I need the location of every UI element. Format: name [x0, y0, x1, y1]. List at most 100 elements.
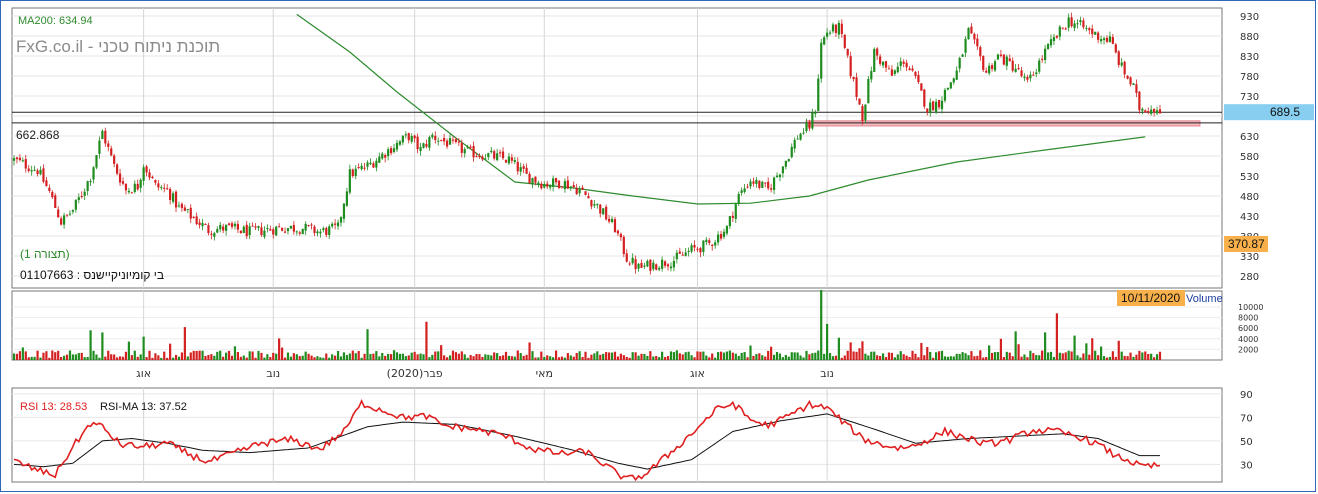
- volume-bar: [163, 351, 166, 360]
- volume-bar: [560, 356, 564, 360]
- rsi-tick-label: 70: [1240, 413, 1253, 424]
- candle-body: [1153, 108, 1156, 113]
- candle-body: [431, 134, 434, 138]
- volume-bar: [702, 351, 705, 360]
- candle-body: [1008, 58, 1011, 62]
- price-tick-label: 880: [1240, 32, 1259, 43]
- volume-bar: [307, 353, 310, 360]
- candle-body: [360, 165, 363, 170]
- candle: [920, 83, 923, 91]
- volume-bar: [434, 351, 437, 360]
- candle-body: [693, 244, 696, 248]
- volume-bar: [781, 357, 785, 360]
- volume-bar: [118, 356, 122, 360]
- volume-bar: [563, 357, 567, 360]
- volume-bar: [65, 354, 69, 360]
- candle-body: [519, 167, 522, 172]
- volume-y-axis: 20004000 60008000 10000: [1238, 303, 1263, 354]
- volume-bar: [554, 350, 558, 360]
- volume-bar: [180, 352, 184, 360]
- candle-body: [366, 162, 369, 167]
- volume-bar: [914, 353, 917, 360]
- candle: [943, 87, 947, 103]
- candle-body: [457, 141, 460, 143]
- candle-body: [643, 265, 646, 267]
- volume-bar: [272, 352, 275, 360]
- volume-bar: [454, 352, 458, 360]
- price-tick-label: 330: [1240, 252, 1259, 263]
- volume-bar: [787, 356, 790, 360]
- volume-bar: [1038, 355, 1041, 360]
- volume-bar: [428, 357, 431, 360]
- price-tick-label: 730: [1240, 92, 1259, 103]
- candle-body: [549, 185, 552, 188]
- candle-body: [189, 207, 192, 219]
- volume-bar: [584, 351, 587, 360]
- volume-bar: [384, 355, 387, 360]
- volume-bar: [943, 356, 947, 360]
- candle-body: [280, 227, 284, 231]
- volume-bar: [1073, 335, 1076, 360]
- volume-bar: [466, 357, 469, 360]
- volume-bar: [460, 351, 463, 360]
- candle-body: [873, 48, 876, 72]
- candle-body: [445, 140, 449, 147]
- candle-body: [988, 65, 991, 74]
- volume-bar: [569, 355, 572, 360]
- rsi-tick-label: 90: [1240, 390, 1253, 401]
- candle-body: [820, 42, 823, 79]
- candle-body: [560, 186, 564, 188]
- candle-body: [993, 61, 997, 71]
- volume-bar: [1097, 355, 1100, 360]
- candle-body: [463, 149, 466, 154]
- candle-body: [298, 232, 301, 234]
- volume-bar: [982, 357, 985, 360]
- candle-body: [935, 101, 938, 113]
- volume-bar: [1026, 357, 1029, 360]
- candle-body: [690, 245, 693, 252]
- volume-bar: [107, 350, 110, 360]
- candle-body: [186, 209, 189, 211]
- candle-body: [372, 163, 375, 168]
- candle-body: [210, 233, 213, 235]
- volume-bar: [1058, 352, 1061, 360]
- volume-bar: [887, 352, 891, 360]
- candle-body: [861, 106, 864, 122]
- candle: [622, 235, 625, 258]
- candle-body: [1141, 108, 1144, 111]
- candle-body: [705, 239, 708, 243]
- volume-bar: [1102, 356, 1106, 360]
- candle-body: [487, 153, 490, 158]
- volume-bar: [295, 354, 298, 360]
- volume-bar: [219, 350, 222, 360]
- candle-body: [95, 155, 98, 168]
- candle-body: [42, 168, 45, 182]
- chart-canvas[interactable]: 2803303804304805305806306807307808308809…: [0, 0, 1318, 494]
- volume-bar: [360, 357, 363, 360]
- candle-body: [1035, 72, 1038, 75]
- volume-bar: [958, 353, 961, 360]
- candle-body: [858, 98, 861, 105]
- volume-bar: [292, 353, 295, 360]
- volume-bar: [622, 355, 625, 360]
- volume-bar: [207, 355, 210, 360]
- volume-bar: [652, 356, 655, 360]
- volume-bar: [628, 357, 631, 360]
- candle-body: [761, 181, 764, 188]
- volume-bar: [121, 356, 125, 360]
- candle-body: [616, 230, 620, 234]
- volume-bar: [593, 353, 596, 360]
- volume-bar: [381, 353, 384, 360]
- volume-bar: [767, 350, 770, 360]
- candle-body: [834, 24, 838, 33]
- candle-body: [672, 260, 676, 268]
- candle-body: [849, 56, 852, 77]
- candle-body: [881, 61, 885, 66]
- volume-bar: [879, 356, 882, 360]
- candle-body: [266, 228, 269, 230]
- volume-bar: [239, 356, 242, 360]
- candle-body: [967, 27, 970, 40]
- volume-bar: [1108, 356, 1112, 360]
- candle: [843, 34, 846, 50]
- volume-bar: [993, 352, 997, 360]
